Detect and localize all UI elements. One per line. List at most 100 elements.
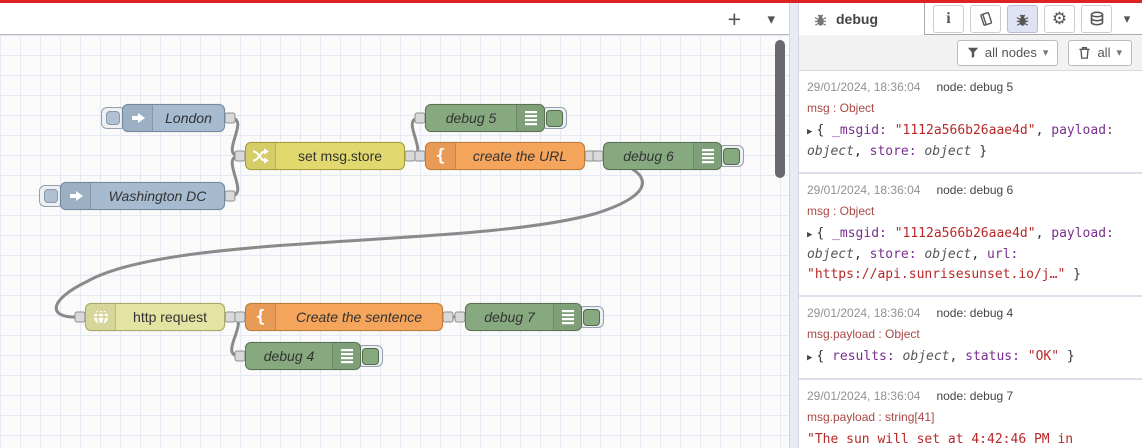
port-debug6-in[interactable] (592, 150, 604, 162)
flow-canvas[interactable]: London Washington DC set msg.store debug… (0, 35, 789, 448)
function-icon: { (246, 304, 276, 330)
sidebar-tab-help-button[interactable] (970, 5, 1001, 33)
chevron-down-icon: ▾ (1116, 47, 1122, 59)
debug-token-o: object (902, 349, 950, 364)
debug-token-o: object (807, 247, 854, 262)
node-inject-london[interactable]: London (101, 104, 225, 132)
node-debug-5[interactable]: debug 5 (425, 104, 567, 132)
expand-toggle-icon[interactable]: ▶ (807, 353, 812, 363)
wire-london-to-change[interactable] (228, 116, 242, 158)
port-debug4-in[interactable] (234, 350, 246, 362)
debug-icon (516, 105, 544, 131)
port-debug7-in[interactable] (454, 311, 466, 323)
debug-message-timestamp: 29/01/2024, 18:36:04 (807, 80, 921, 94)
book-icon (979, 12, 992, 26)
debug-token-p: } (1065, 267, 1081, 282)
info-icon: i (946, 10, 951, 27)
debug-message: 29/01/2024, 18:36:04 node: debug 7 msg.pay… (799, 380, 1142, 448)
sidebar-tab-context-button[interactable] (1081, 5, 1112, 33)
flow-list-chevron-icon[interactable]: ▾ (767, 10, 775, 28)
sidebar-tab-config-button[interactable]: ⚙ (1044, 5, 1075, 33)
debug-token-k: results: (832, 349, 903, 364)
wire-function-to-http[interactable] (54, 154, 644, 319)
port-http-out[interactable] (224, 311, 236, 323)
inject-icon (61, 183, 91, 209)
node-label: debug 6 (623, 148, 674, 164)
debug-token-k: store: (869, 247, 925, 262)
debug-message-source-node: node: debug 5 (936, 80, 1014, 94)
port-change-in[interactable] (234, 150, 246, 162)
debug-message-path: msg : Object (807, 101, 875, 115)
wire-change-to-debug5[interactable] (408, 116, 422, 158)
port-washington-out[interactable] (224, 190, 236, 202)
node-label: http request (133, 309, 207, 325)
node-debug-6[interactable]: debug 6 (603, 142, 744, 170)
node-function-create-the-sentence[interactable]: { Create the sentence (245, 303, 443, 331)
debug-clear-button[interactable]: all ▾ (1068, 39, 1132, 66)
node-debug-4[interactable]: debug 4 (245, 342, 383, 370)
inject-icon (123, 105, 153, 131)
debug-icon (332, 343, 360, 369)
debug-token-p: } (1059, 349, 1075, 364)
node-change-set-msg-store[interactable]: set msg.store (245, 142, 405, 170)
node-function-create-the-url[interactable]: { create the URL (425, 142, 585, 170)
node-http-request[interactable]: http request (85, 303, 225, 331)
node-label: set msg.store (297, 148, 383, 164)
debug-message: 29/01/2024, 18:36:04 node: debug 5 msg : O… (799, 71, 1142, 174)
debug-token-p: , (1035, 123, 1052, 138)
debug-token-o: object (924, 247, 972, 262)
wire-http-to-debug4[interactable] (228, 315, 242, 358)
node-label: London (165, 110, 212, 126)
sidebar-tab-debug-button[interactable] (1007, 5, 1038, 33)
debug-message-content: "The sun will set at 4:42:46 PM in Londo… (807, 430, 1134, 448)
debug-token-p: , (1035, 226, 1052, 241)
add-flow-button[interactable]: + (728, 5, 741, 33)
debug-message-timestamp: 29/01/2024, 18:36:04 (807, 389, 921, 403)
sidebar-resize-handle[interactable] (789, 3, 799, 448)
node-red-editor: + ▾ London Washington DC set msg.store d… (0, 0, 1142, 448)
gear-icon: ⚙ (1051, 9, 1068, 28)
debug-token-k: status: (965, 349, 1028, 364)
tab-debug[interactable]: debug (799, 3, 925, 35)
debug-message-content: ▶ { results: object, status: "OK" } (807, 347, 1134, 368)
port-change-out[interactable] (404, 150, 416, 162)
debug-message-content: ▶{ _msgid: "1112a566b26aae4d", payload: … (807, 224, 1134, 285)
debug-message-source-node: node: debug 6 (936, 183, 1014, 197)
port-function2-out[interactable] (442, 311, 454, 323)
debug-token-k: store: (869, 144, 925, 159)
wire-washington-to-change[interactable] (228, 154, 242, 198)
node-label: Create the sentence (295, 309, 423, 325)
debug-token-s: "The sun will set at 4:42:46 PM in Londo… (807, 432, 1074, 447)
debug-message: 29/01/2024, 18:36:04 node: debug 6 msg : O… (799, 174, 1142, 297)
port-http-in[interactable] (74, 311, 86, 323)
node-label: Washington DC (108, 188, 207, 204)
debug-token-s: "1112a566b26aae4d" (894, 123, 1036, 138)
node-inject-washington-dc[interactable]: Washington DC (39, 182, 225, 210)
debug-toggle-inner (546, 110, 563, 127)
debug-token-p: , (853, 144, 870, 159)
debug-token-o: object (807, 144, 854, 159)
node-debug-7[interactable]: debug 7 (465, 303, 604, 331)
workspace-tabbar: + ▾ (0, 3, 789, 35)
inject-trigger-inner (44, 189, 58, 203)
canvas-vertical-scrollbar[interactable] (775, 40, 785, 178)
inject-trigger-inner (106, 111, 120, 125)
function-icon: { (426, 143, 456, 169)
change-icon (246, 143, 276, 169)
debug-icon (693, 143, 721, 169)
port-function1-in[interactable] (414, 150, 426, 162)
port-london-out[interactable] (224, 112, 236, 124)
port-function2-in[interactable] (234, 311, 246, 323)
debug-token-k: payload: (1051, 226, 1114, 241)
sidebar-menu-chevron-icon[interactable]: ▾ (1118, 5, 1136, 33)
expand-toggle-icon[interactable]: ▶ (807, 127, 812, 137)
debug-message-timestamp: 29/01/2024, 18:36:04 (807, 183, 921, 197)
debug-toggle-inner (362, 348, 379, 365)
expand-toggle-icon[interactable]: ▶ (807, 230, 812, 240)
debug-filter-button[interactable]: all nodes ▾ (956, 39, 1059, 66)
trash-icon (1079, 46, 1091, 59)
port-debug5-in[interactable] (414, 112, 426, 124)
sidebar-tab-info-button[interactable]: i (933, 5, 964, 33)
debug-token-k: payload: (1051, 123, 1114, 138)
tab-debug-label: debug (836, 11, 878, 27)
